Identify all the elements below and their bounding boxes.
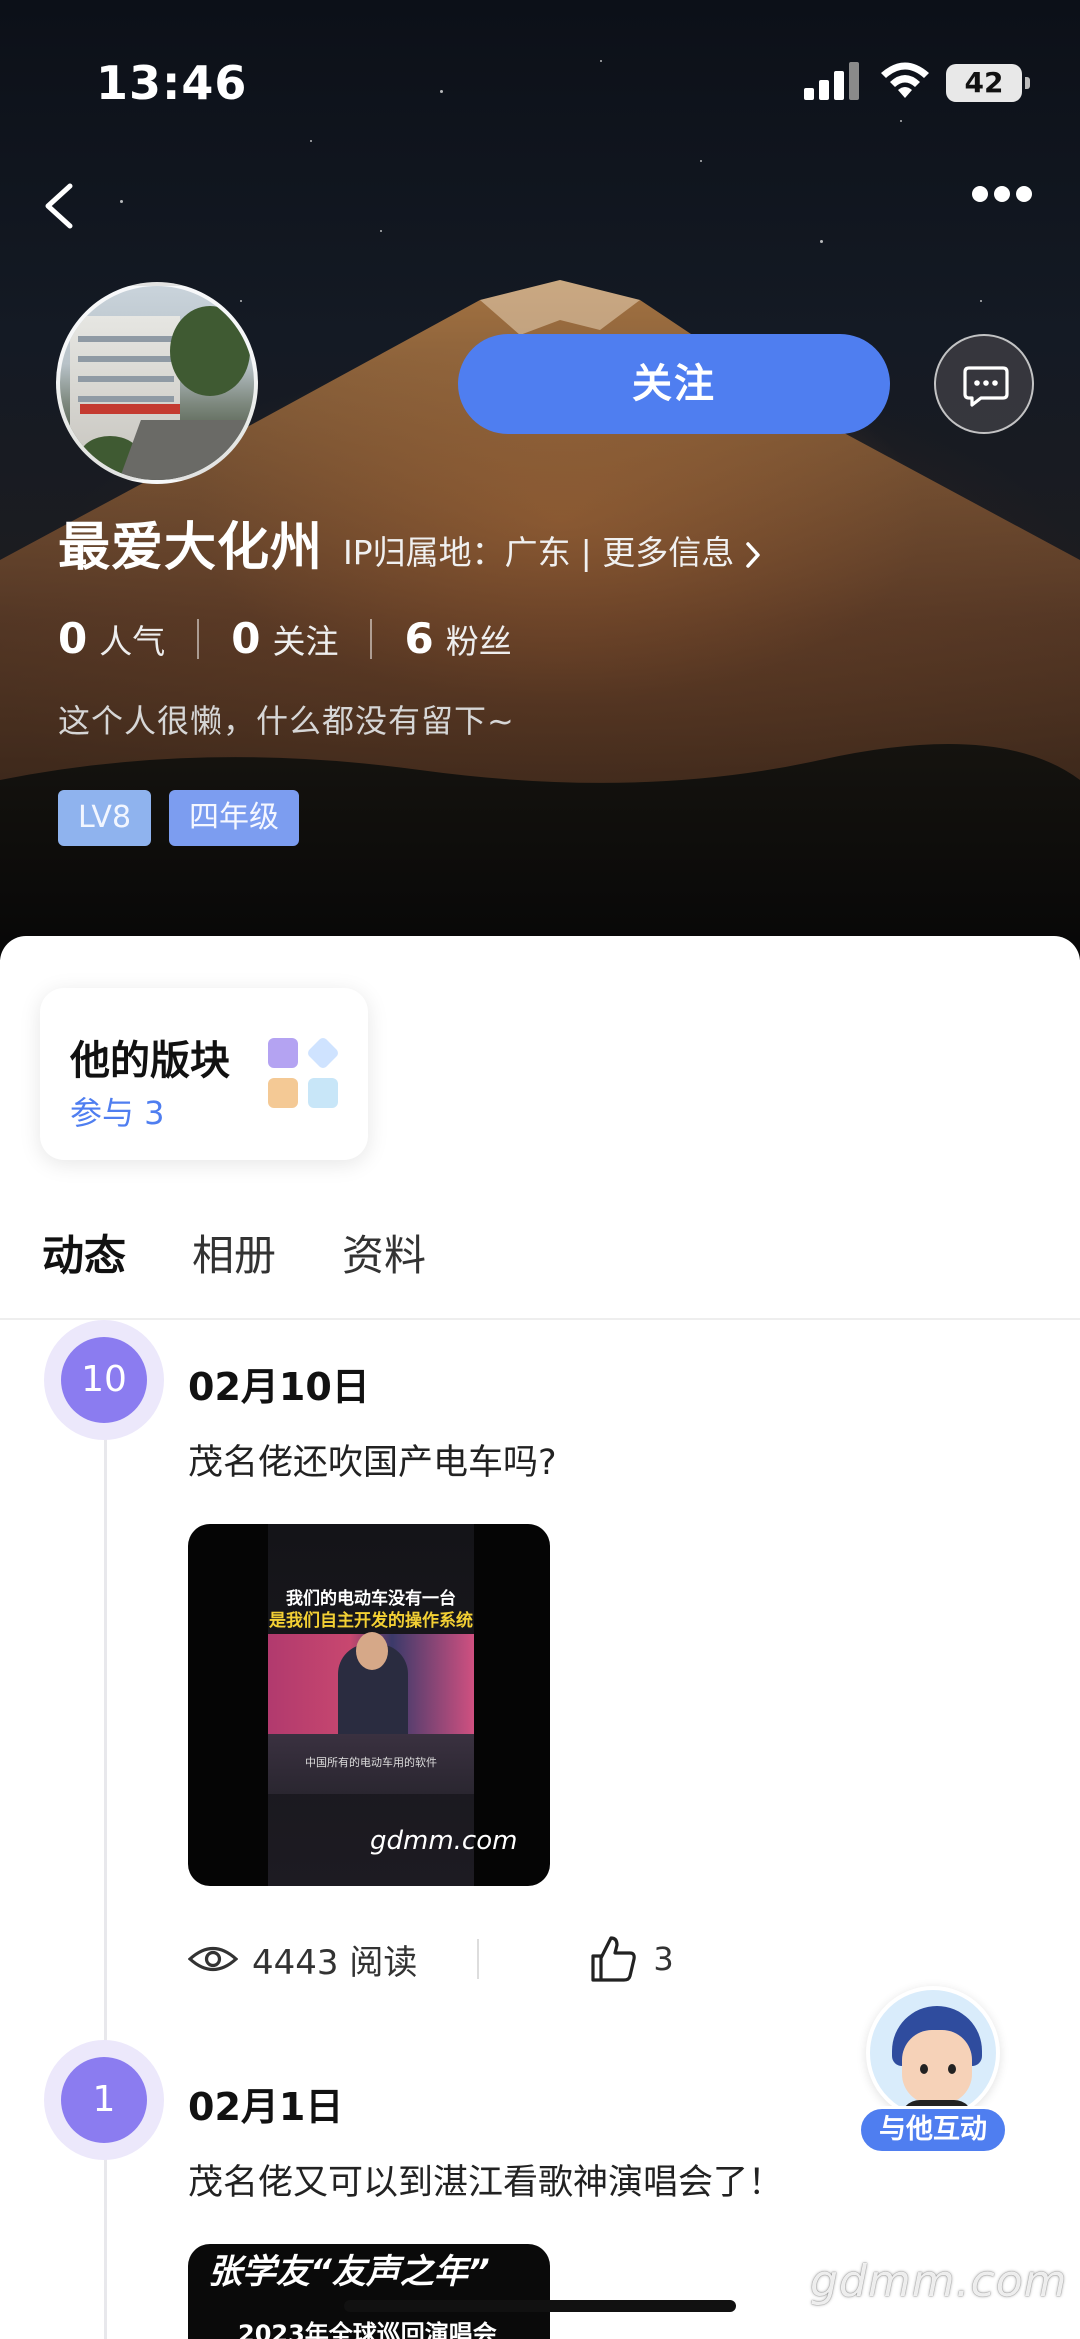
- stat-divider: [370, 618, 373, 659]
- cartoon-avatar-icon: [866, 1986, 1000, 2120]
- day-badge: 10: [44, 1320, 164, 1440]
- interact-floating-button[interactable]: 与他互动: [858, 1986, 1008, 2156]
- thumbs-up-icon: [591, 1936, 637, 1982]
- interact-label: 与他互动: [858, 2106, 1008, 2154]
- stat-following[interactable]: 0 关注: [231, 614, 338, 663]
- profile-name-row: 最爱大化州 IP归属地：广东 | 更多信息: [58, 516, 762, 580]
- profile-tabs: 动态 相册 资料: [42, 1222, 492, 1283]
- message-button[interactable]: [934, 334, 1034, 434]
- day-badge: 1: [44, 2040, 164, 2160]
- chat-bubble-icon: [963, 366, 1009, 407]
- tab-album[interactable]: 相册: [192, 1222, 276, 1283]
- profile-stats: 0 人气 0 关注 6 粉丝: [58, 614, 512, 663]
- board-title: 他的版块: [70, 1038, 230, 1084]
- stat-followers[interactable]: 6 粉丝: [404, 614, 511, 663]
- badge-row: LV8 四年级: [58, 790, 317, 846]
- like-count: 3: [653, 1940, 674, 1978]
- meta-divider: [477, 1939, 480, 1979]
- view-count: 4443 阅读: [252, 1942, 418, 1983]
- post-date: 02月1日: [188, 2085, 344, 2129]
- status-bar: 13:46 42: [0, 0, 1080, 130]
- post-date: 02月10日: [188, 1365, 370, 1409]
- board-count: 参与 3: [70, 1094, 165, 1132]
- timeline-line: [104, 1400, 107, 2339]
- follow-button[interactable]: 关注: [458, 334, 890, 434]
- site-watermark: gdmm.com: [810, 2256, 1068, 2307]
- post-text[interactable]: 茂名佬又可以到湛江看歌神演唱会了！: [188, 2154, 783, 2205]
- thumbnail-watermark: gdmm.com: [370, 1826, 518, 1856]
- cellular-signal-icon: [804, 62, 859, 100]
- home-indicator[interactable]: [344, 2300, 736, 2312]
- tab-info[interactable]: 资料: [342, 1222, 426, 1283]
- status-time: 13:46: [96, 56, 248, 110]
- board-card[interactable]: 他的版块 参与 3: [40, 988, 368, 1160]
- post-meta: 4443 阅读 3: [188, 1934, 674, 1984]
- battery-indicator: 42: [946, 64, 1030, 102]
- profile-bio: 这个人很懒，什么都没有留下~: [58, 702, 515, 740]
- stat-popularity[interactable]: 0 人气: [58, 614, 165, 663]
- board-grid-icon: [268, 1036, 340, 1110]
- chevron-left-icon: [45, 183, 73, 229]
- avatar[interactable]: [56, 282, 258, 484]
- grade-badge[interactable]: 四年级: [169, 790, 300, 846]
- user-name: 最爱大化州: [58, 518, 324, 578]
- chevron-right-icon[interactable]: [744, 540, 762, 570]
- eye-icon: [188, 1946, 238, 1972]
- stat-divider: [197, 618, 200, 659]
- back-button[interactable]: [32, 176, 92, 236]
- post-image-thumbnail[interactable]: 张学友“友声之年” 2023年全球巡回演唱会: [188, 2244, 550, 2339]
- post-text[interactable]: 茂名佬还吹国产电车吗?: [188, 1434, 557, 1485]
- more-info-link[interactable]: | 更多信息: [581, 526, 735, 574]
- post-video-thumbnail[interactable]: 我们的电动车没有一台 是我们自主开发的操作系统 中国所有的电动车用的软件 gdm…: [188, 1524, 550, 1886]
- like-button[interactable]: 3: [589, 1934, 674, 1984]
- tab-posts[interactable]: 动态: [42, 1222, 127, 1283]
- more-options-button[interactable]: [972, 186, 1044, 226]
- more-dots-icon: [972, 186, 1038, 206]
- level-badge[interactable]: LV8: [58, 790, 152, 846]
- wifi-icon: [881, 62, 929, 98]
- tabs-divider: [0, 1318, 1080, 1320]
- ip-location: IP归属地：广东: [343, 533, 571, 572]
